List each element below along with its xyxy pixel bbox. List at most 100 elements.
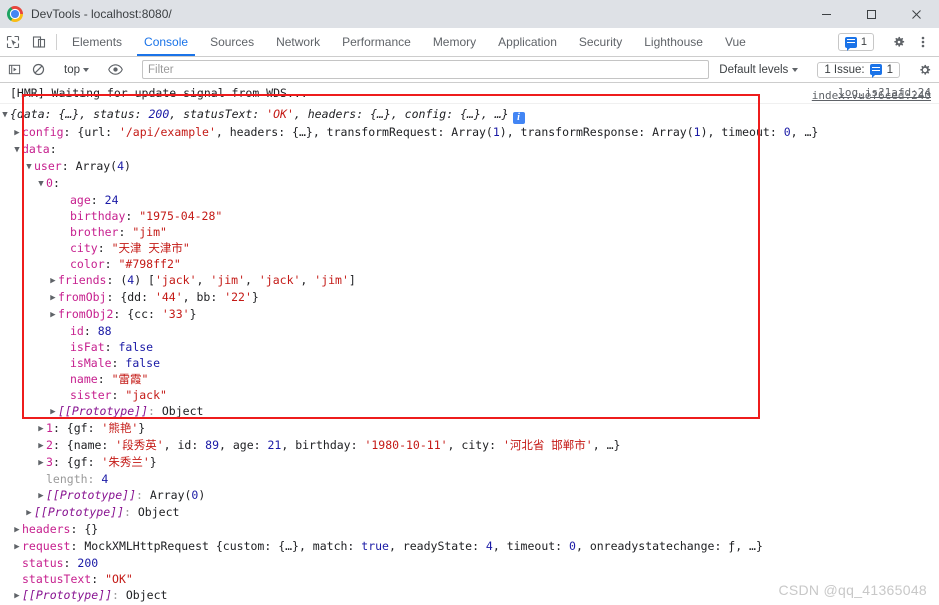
tab-performance[interactable]: Performance — [331, 28, 422, 56]
minimize-icon[interactable] — [804, 0, 849, 28]
object-property-row[interactable]: 2: {name: '段秀英', id: 89, age: 21, birthd… — [0, 437, 939, 454]
disclosure-triangle-icon[interactable] — [36, 438, 46, 454]
object-property-row[interactable]: length: 4 — [0, 471, 939, 487]
object-summary-row[interactable]: {data: {…}, status: 200, statusText: 'OK… — [0, 106, 939, 124]
disclosure-triangle-icon[interactable] — [48, 290, 58, 306]
disclosure-triangle-icon[interactable] — [24, 505, 34, 521]
object-property-row[interactable]: age: 24 — [0, 192, 939, 208]
tab-application[interactable]: Application — [487, 28, 568, 56]
property-value: {cc: '33'} — [127, 307, 197, 321]
speech-bubble-icon — [869, 64, 882, 78]
execution-context-selector[interactable]: top — [59, 64, 94, 76]
console-message-hmr[interactable]: [HMR] Waiting for update signal from WDS… — [0, 83, 939, 104]
tab-lighthouse[interactable]: Lighthouse — [633, 28, 714, 56]
gear-icon[interactable] — [913, 58, 937, 82]
object-property-row[interactable]: city: "天津 天津市" — [0, 240, 939, 256]
object-property-row[interactable]: 3: {gf: '朱秀兰'} — [0, 454, 939, 471]
object-property-row[interactable]: brother: "jim" — [0, 224, 939, 240]
object-property-row[interactable]: id: 88 — [0, 323, 939, 339]
object-property-row[interactable]: 0: — [0, 175, 939, 192]
object-property-row[interactable]: [[Prototype]]: Array(0) — [0, 487, 939, 504]
tab-sources[interactable]: Sources — [199, 28, 265, 56]
disclosure-triangle-icon[interactable] — [48, 273, 58, 289]
property-value: "天津 天津市" — [111, 241, 190, 255]
property-value: 4 — [101, 472, 109, 486]
disclosure-triangle-icon[interactable] — [0, 107, 10, 123]
property-name: birthday — [70, 209, 126, 223]
property-name: data — [22, 142, 50, 156]
property-separator: : — [97, 372, 112, 386]
live-expression-icon[interactable] — [103, 58, 127, 82]
disclosure-triangle-icon[interactable] — [48, 404, 58, 420]
tab-console[interactable]: Console — [133, 28, 199, 56]
tab-memory[interactable]: Memory — [422, 28, 487, 56]
console-output[interactable]: [HMR] Waiting for update signal from WDS… — [0, 83, 939, 604]
close-icon[interactable] — [894, 0, 939, 28]
property-name: 0 — [46, 176, 53, 190]
object-property-row[interactable]: config: {url: '/api/example', headers: {… — [0, 124, 939, 141]
device-toolbar-icon[interactable] — [26, 28, 52, 56]
property-separator: : — [52, 438, 67, 452]
clear-console-icon[interactable] — [26, 58, 50, 82]
disclosure-triangle-icon[interactable] — [48, 307, 58, 323]
gear-icon[interactable] — [887, 28, 911, 56]
object-property-row[interactable]: color: "#798ff2" — [0, 256, 939, 272]
object-property-row[interactable]: headers: {} — [0, 521, 939, 538]
disclosure-triangle-icon[interactable] — [36, 488, 46, 504]
property-value: "OK" — [105, 572, 133, 586]
object-property-row[interactable]: fromObj: {dd: '44', bb: '22'} — [0, 289, 939, 306]
disclosure-triangle-icon[interactable] — [36, 455, 46, 471]
source-link-index-vue[interactable]: index.vue?6ced:240 — [812, 89, 931, 102]
tab-security[interactable]: Security — [568, 28, 633, 56]
message-count-label: 1 — [860, 36, 867, 48]
object-property-row[interactable]: isMale: false — [0, 355, 939, 371]
tabbar-right-actions: 1 — [837, 28, 939, 56]
window-controls — [804, 0, 939, 28]
object-property-row[interactable]: friends: (4) ['jack', 'jim', 'jack', 'ji… — [0, 272, 939, 289]
disclosure-triangle-icon[interactable] — [12, 539, 22, 555]
object-property-row[interactable]: [[Prototype]]: Object — [0, 504, 939, 521]
object-property-row[interactable]: request: MockXMLHttpRequest {custom: {…}… — [0, 538, 939, 555]
kebab-menu-icon[interactable] — [911, 28, 935, 56]
tab-network[interactable]: Network — [265, 28, 331, 56]
disclosure-triangle-icon[interactable] — [12, 125, 22, 141]
property-separator: : — [106, 273, 121, 287]
property-name: length — [46, 472, 88, 486]
disclosure-triangle-icon[interactable] — [12, 142, 22, 158]
object-property-row[interactable]: isFat: false — [0, 339, 939, 355]
message-count-badge[interactable]: 1 — [837, 33, 874, 51]
filter-input[interactable] — [142, 60, 710, 79]
disclosure-triangle-icon[interactable] — [36, 421, 46, 437]
object-property-row[interactable]: name: "雷霞" — [0, 371, 939, 387]
object-property-row[interactable]: fromObj2: {cc: '33'} — [0, 306, 939, 323]
execute-snippet-icon[interactable] — [2, 58, 26, 82]
tab-vue[interactable]: Vue — [714, 28, 757, 56]
inspect-element-icon[interactable] — [0, 28, 26, 56]
object-property-row[interactable]: birthday: "1975-04-28" — [0, 208, 939, 224]
property-value: 88 — [97, 324, 112, 338]
property-name: fromObj2 — [58, 307, 114, 321]
disclosure-triangle-icon[interactable] — [12, 522, 22, 538]
property-name: brother — [70, 225, 119, 239]
disclosure-triangle-icon[interactable] — [12, 588, 22, 604]
property-value: "jim" — [132, 225, 167, 239]
object-property-row[interactable]: 1: {gf: '熊艳'} — [0, 420, 939, 437]
object-property-row[interactable]: status: 200 — [0, 555, 939, 571]
console-object-tree[interactable]: index.vue?6ced:240 {data: {…}, status: 2… — [0, 89, 939, 604]
property-name: [[Prototype]] — [58, 404, 149, 418]
info-icon[interactable]: i — [512, 112, 525, 124]
object-property-row[interactable]: user: Array(4) — [0, 158, 939, 175]
property-separator: : — [83, 324, 98, 338]
disclosure-triangle-icon[interactable] — [36, 176, 46, 192]
object-property-row[interactable]: [[Prototype]]: Object — [0, 403, 939, 420]
object-property-row[interactable]: data: — [0, 141, 939, 158]
speech-bubble-icon — [844, 36, 857, 51]
maximize-icon[interactable] — [849, 0, 894, 28]
issues-badge[interactable]: 1 Issue: 1 — [817, 61, 900, 78]
property-value: 200 — [77, 556, 99, 570]
log-levels-selector[interactable]: Default levels — [713, 64, 804, 76]
tab-elements[interactable]: Elements — [61, 28, 133, 56]
execution-context-label: top — [64, 63, 80, 76]
disclosure-triangle-icon[interactable] — [24, 159, 34, 175]
object-property-row[interactable]: sister: "jack" — [0, 387, 939, 403]
